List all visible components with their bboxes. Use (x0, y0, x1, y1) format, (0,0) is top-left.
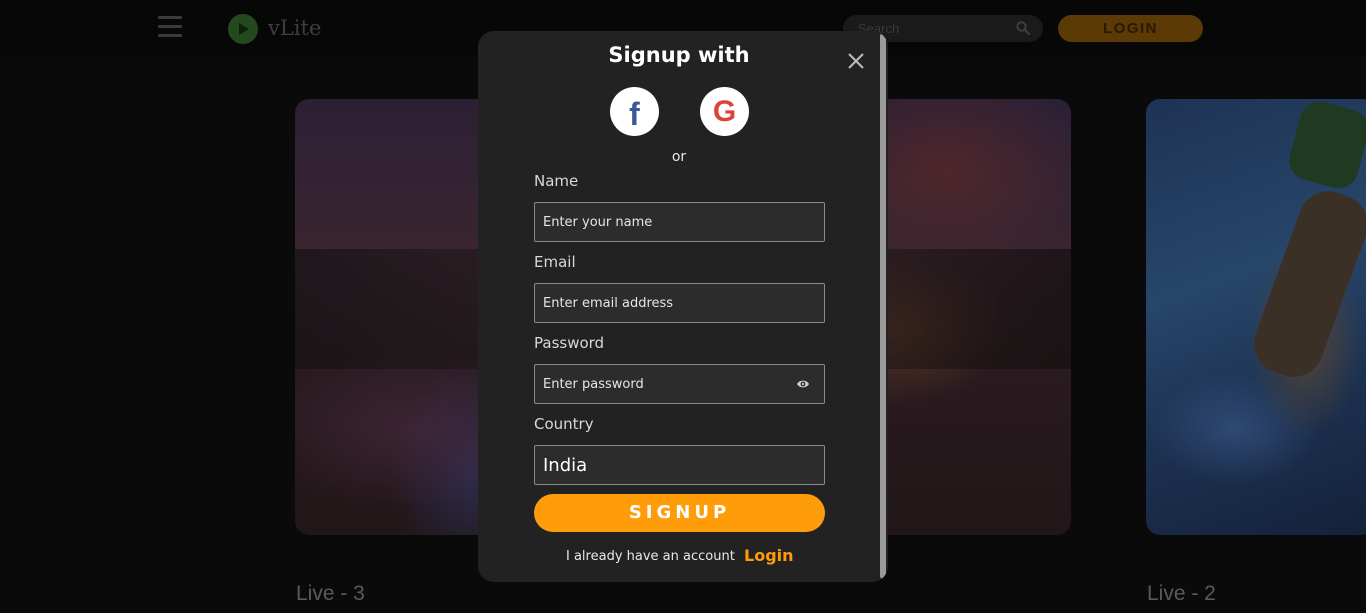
country-select[interactable]: India (534, 445, 825, 485)
signup-modal: Signup with f G or Name Email Password C… (478, 31, 888, 582)
logo-play-icon[interactable] (228, 14, 258, 44)
google-signup-button[interactable]: G (700, 87, 749, 136)
have-account-text: I already have an account (566, 549, 735, 564)
password-field[interactable] (535, 365, 824, 403)
card-caption: Live - 3 (296, 582, 365, 605)
name-field-box (534, 202, 825, 242)
search-icon[interactable] (1016, 21, 1030, 35)
email-field-box (534, 283, 825, 323)
country-value: India (543, 455, 588, 476)
thumbnail-figure (1245, 182, 1366, 386)
password-field-box (534, 364, 825, 404)
modal-title: Signup with (608, 43, 750, 67)
menu-icon[interactable] (158, 16, 182, 38)
name-field[interactable] (535, 203, 824, 241)
modal-scrollbar[interactable] (880, 33, 886, 579)
or-divider: or (671, 149, 687, 165)
login-button[interactable]: LOGIN (1058, 15, 1203, 42)
login-link[interactable]: Login (744, 546, 794, 565)
email-label: Email (534, 253, 576, 271)
country-label: Country (534, 415, 594, 433)
card-caption: Live - 2 (1147, 582, 1216, 605)
google-icon: G (712, 94, 737, 128)
close-icon[interactable] (845, 50, 867, 72)
email-field[interactable] (535, 284, 824, 322)
thumbnail-figure-glove (1284, 99, 1366, 193)
video-card-live-2[interactable] (1146, 99, 1366, 535)
logo-text[interactable]: vLite (268, 16, 321, 40)
name-label: Name (534, 172, 579, 190)
password-label: Password (534, 334, 605, 352)
facebook-signup-button[interactable]: f (610, 87, 659, 136)
facebook-icon: f (629, 95, 640, 132)
eye-icon[interactable] (796, 378, 810, 390)
signup-button[interactable]: SIGNUP (534, 494, 825, 532)
